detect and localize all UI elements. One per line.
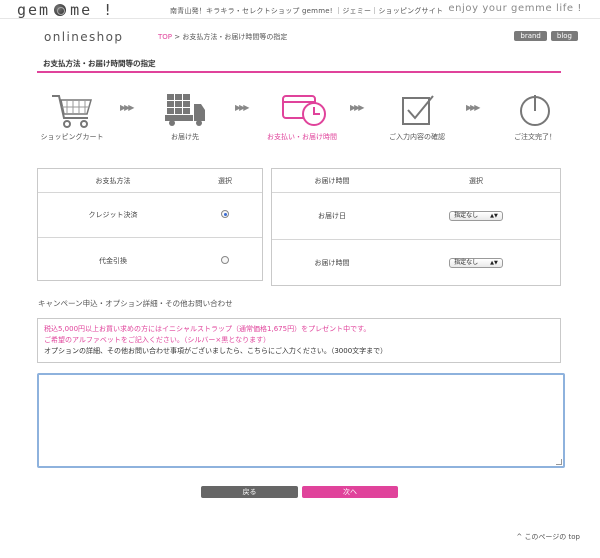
delivery-label: お届け時間 [314, 258, 350, 267]
step-cart: ショッピングカート [40, 90, 104, 141]
back-button[interactable]: 戻る [201, 486, 298, 498]
select-arrow-icon: ▲▼ [490, 259, 498, 266]
top-bar: gem me ! 南青山発！キラキラ・セレクトショップ gemme! ｜ジェミー… [0, 0, 600, 19]
page-title-text: お支払方法・お届け時間等の指定 [43, 59, 156, 68]
delivery-table-header: お届け時間 選択 [272, 169, 560, 193]
payment-label: クレジット決済 [88, 211, 138, 219]
step-arrow: ▶▶▶ [120, 103, 135, 112]
step-label-delivery: お届け先 [171, 133, 199, 141]
cod-radio[interactable] [221, 255, 229, 264]
select-value: 指定なし [454, 212, 479, 219]
cart-icon [52, 95, 92, 128]
header-delivery-time: お届け時間 [314, 176, 350, 185]
notice-line: オプションの詳細、その他お問い合わせ事項がございましたら、こちらにご入力ください… [44, 347, 388, 355]
logo[interactable]: gem me ! [17, 0, 114, 19]
delivery-label: お届け日 [318, 212, 346, 220]
campaign-notice: 税込5,000円以上お買い求めの方にはイニシャルストラップ（通常価格1,675円… [37, 318, 561, 363]
step-complete: ご注文完了！ [510, 90, 560, 141]
delivery-row-time: お届け時間 指定なし ▲▼ [272, 240, 560, 285]
step-label-confirm: ご入力内容の確認 [389, 133, 445, 141]
step-payment: お支払い・お届け時間 [267, 90, 337, 141]
delivery-row-date: お届け日 指定なし ▲▼ [272, 193, 560, 240]
payment-row-cod: 代金引換 [38, 238, 262, 283]
brand-button[interactable]: brand [514, 31, 547, 41]
card-clock-icon [282, 95, 326, 126]
disco-ball-icon [54, 3, 67, 16]
breadcrumb-top-link[interactable]: TOP [158, 33, 172, 41]
step-confirm: ご入力内容の確認 [389, 90, 445, 141]
header-select: 選択 [218, 176, 232, 185]
inquiry-textarea[interactable] [37, 373, 565, 468]
enjoy-slogan: enjoy your gemme life ! [448, 3, 582, 14]
select-value: 指定なし [454, 258, 479, 266]
campaign-title: キャンペーン申込・オプション詳細・その他お問い合わせ [38, 299, 233, 308]
header-select: 選択 [469, 176, 483, 185]
logo-text-right: me ! [70, 0, 115, 19]
credit-radio[interactable] [221, 210, 229, 218]
step-arrow: ▶▶▶ [235, 103, 250, 112]
truck-icon [165, 94, 205, 126]
blog-button[interactable]: blog [550, 31, 578, 41]
checkbox-icon [402, 95, 434, 125]
payment-label: 代金引換 [99, 256, 127, 265]
step-label-complete: ご注文完了！ [514, 133, 556, 141]
next-button[interactable]: 次へ [302, 486, 398, 498]
logo-text-left: gem [17, 0, 51, 19]
page-title: お支払方法・お届け時間等の指定 [37, 58, 561, 73]
payment-table-header: お支払方法 選択 [38, 169, 262, 193]
breadcrumb-current: お支払方法・お届け時間等の指定 [182, 33, 288, 41]
step-arrow: ▶▶▶ [350, 103, 365, 112]
site-tagline: 南青山発！キラキラ・セレクトショップ gemme! ｜ジェミー｜ショッピングサイ… [170, 7, 444, 15]
notice-line: ご希望のアルファベットをご記入ください。（シルバー×黒となります） [44, 336, 271, 344]
delivery-table: お届け時間 選択 お届け日 指定なし ▲▼ お届け時間 指定なし ▲▼ [271, 168, 561, 286]
payment-table: お支払方法 選択 クレジット決済 代金引換 [37, 168, 263, 281]
power-icon [520, 95, 550, 126]
step-arrow: ▶▶▶ [466, 103, 481, 112]
onlineshop-title: onlineshop [44, 30, 124, 44]
payment-row-credit: クレジット決済 [38, 193, 262, 238]
step-delivery: お届け先 [160, 90, 210, 141]
step-label-payment: お支払い・お届け時間 [267, 133, 337, 141]
header-payment-method: お支払方法 [95, 176, 131, 185]
to-top-link[interactable]: ^ このページの top [516, 532, 580, 542]
select-arrow-icon: ▲▼ [490, 213, 498, 219]
delivery-date-select[interactable]: 指定なし ▲▼ [449, 211, 503, 221]
step-label-cart: ショッピングカート [40, 133, 104, 141]
to-top-label: このページの top [524, 533, 580, 541]
delivery-time-select[interactable]: 指定なし ▲▼ [449, 257, 503, 268]
breadcrumb-separator: > [174, 33, 181, 41]
breadcrumb: TOP > お支払方法・お届け時間等の指定 [158, 32, 287, 42]
notice-line: 税込5,000円以上お買い求めの方にはイニシャルストラップ（通常価格1,675円… [44, 325, 371, 333]
header-links: brand blog [514, 31, 578, 41]
